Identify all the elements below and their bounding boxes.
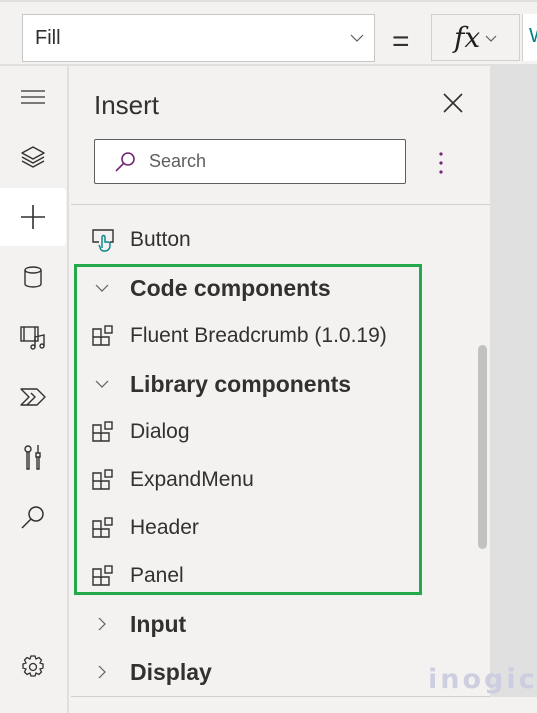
group-header-code-components[interactable]: Code components	[71, 266, 471, 310]
component-icon	[92, 565, 113, 586]
chevron-right-icon	[98, 617, 106, 631]
component-icon	[92, 325, 113, 346]
search-input[interactable]	[149, 151, 389, 172]
panel-title: Insert	[94, 90, 160, 120]
rail-item-search[interactable]	[0, 488, 66, 546]
rail-item-media[interactable]	[0, 308, 66, 366]
rail-item-power-automate[interactable]	[0, 368, 66, 426]
item-label: Button	[130, 228, 191, 251]
rail-item-settings[interactable]	[0, 638, 66, 696]
panel-scrollbar[interactable]	[478, 345, 487, 549]
formula-bar: Fill = fx W	[0, 0, 537, 66]
layers-icon	[21, 146, 45, 168]
search-icon	[115, 151, 135, 172]
divider	[71, 696, 490, 697]
rail-item-advanced-tools[interactable]	[0, 428, 66, 486]
group-header-display[interactable]: Display	[71, 650, 471, 694]
canvas-footer	[490, 697, 537, 713]
rail-item-insert[interactable]	[0, 188, 66, 246]
search-box[interactable]	[94, 139, 406, 184]
item-label: Fluent Breadcrumb (1.0.19)	[130, 324, 387, 347]
group-label: Display	[130, 658, 212, 685]
chevron-down-icon	[95, 284, 109, 292]
plus-icon	[21, 205, 45, 229]
tools-icon	[24, 445, 41, 470]
list-item-button[interactable]: Button	[71, 218, 471, 262]
divider	[71, 204, 490, 205]
formula-value: W	[529, 25, 537, 47]
fx-icon: fx	[454, 21, 481, 54]
list-item-panel[interactable]: Panel	[71, 554, 471, 598]
watermark-logo: inogic	[428, 664, 537, 695]
chevron-down-icon	[485, 35, 497, 42]
list-item-fluent-breadcrumb[interactable]: Fluent Breadcrumb (1.0.19)	[71, 314, 471, 358]
property-value: Fill	[35, 26, 61, 49]
component-icon	[92, 517, 113, 538]
group-header-library-components[interactable]: Library components	[71, 362, 471, 406]
gear-icon	[22, 655, 44, 677]
formula-input[interactable]: W	[522, 14, 537, 61]
group-header-input[interactable]: Input	[71, 602, 471, 646]
more-options-icon[interactable]	[433, 150, 449, 176]
list-item-dialog[interactable]: Dialog	[71, 410, 471, 454]
group-label: Code components	[130, 274, 331, 301]
media-icon	[20, 326, 45, 350]
chevron-down-icon	[95, 380, 109, 388]
button-icon	[92, 229, 114, 252]
app-root: Fill = fx W	[0, 0, 537, 713]
insert-list: Button Code components Fluent Breadcrumb…	[71, 216, 490, 696]
insert-panel: Insert Button Code components Fluent Bre…	[71, 66, 490, 713]
component-icon	[92, 421, 113, 442]
rail-item-data[interactable]	[0, 248, 66, 306]
property-dropdown[interactable]: Fill	[22, 14, 375, 62]
item-label: Header	[130, 516, 199, 539]
component-icon	[92, 469, 113, 490]
group-label: Library components	[130, 370, 352, 397]
list-item-header[interactable]: Header	[71, 506, 471, 550]
search-icon	[21, 506, 44, 529]
item-label: ExpandMenu	[130, 468, 254, 491]
rail-item-menu[interactable]	[0, 68, 66, 126]
power-automate-icon	[20, 388, 46, 406]
chevron-right-icon	[98, 665, 106, 679]
item-label: Panel	[130, 564, 184, 587]
fx-button[interactable]: fx	[431, 14, 520, 61]
canvas-area[interactable]	[490, 66, 537, 713]
left-rail	[0, 66, 69, 713]
list-item-expandmenu[interactable]: ExpandMenu	[71, 458, 471, 502]
close-icon[interactable]	[440, 90, 466, 116]
rail-item-tree-view[interactable]	[0, 128, 66, 186]
group-label: Input	[130, 610, 187, 637]
database-icon	[24, 266, 42, 288]
hamburger-icon	[21, 90, 45, 104]
item-label: Dialog	[130, 420, 190, 443]
equals-sign: =	[392, 25, 410, 58]
chevron-down-icon	[350, 34, 364, 42]
